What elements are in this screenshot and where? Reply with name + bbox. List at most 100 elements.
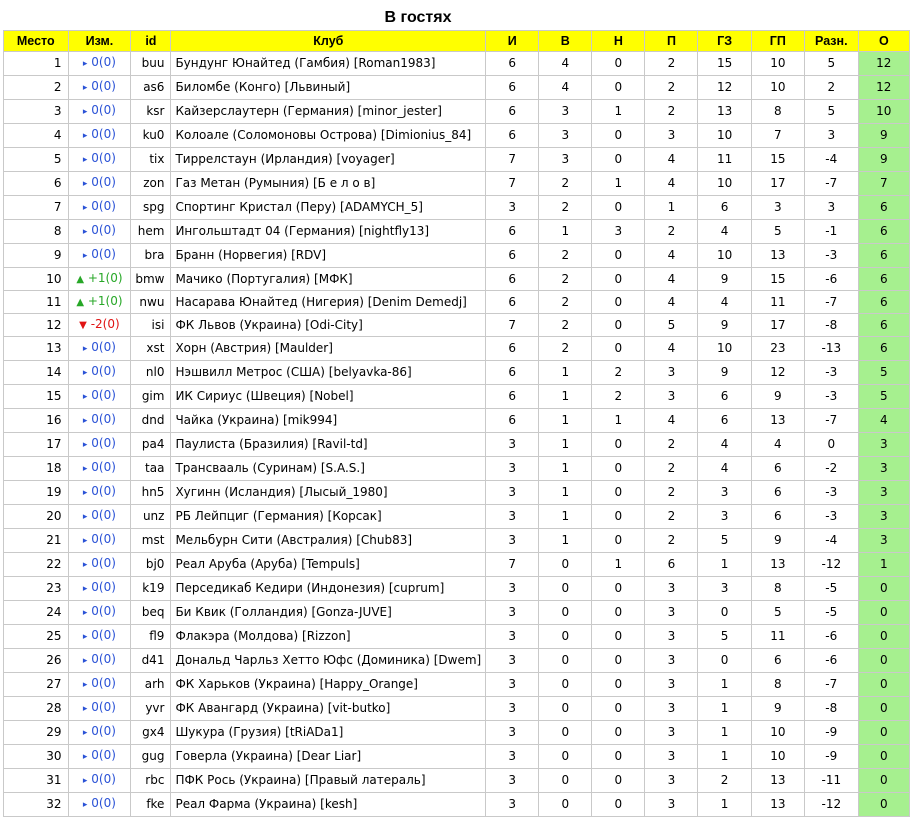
table-row: 5 ▸ 0(0) tix Тиррелстаун (Ирландия) [voyage…: [3, 147, 910, 172]
club-cell[interactable]: РБ Лейпциг (Германия) [Корсак]: [170, 504, 487, 529]
points-cell: 6: [857, 219, 910, 244]
club-cell[interactable]: ФК Харьков (Украина) [Happy_Orange]: [170, 672, 487, 697]
losses-cell: 4: [644, 336, 699, 361]
points-cell: 0: [857, 624, 910, 649]
table-row: 7 ▸ 0(0) spg Спортинг Кристал (Перу) [ADAMY…: [3, 195, 910, 220]
change-cell: ▸ 0(0): [67, 147, 132, 172]
club-cell[interactable]: Мельбурн Сити (Австралия) [Chub83]: [170, 528, 487, 553]
wins-cell: 0: [538, 624, 593, 649]
place-cell: 24: [3, 600, 69, 625]
arrow-right-icon: ▸: [82, 584, 88, 594]
table-row: 19 ▸ 0(0) hn5 Хугинн (Исландия) [Лысый_1980…: [3, 480, 910, 505]
club-cell[interactable]: Тиррелстаун (Ирландия) [voyager]: [170, 147, 487, 172]
wins-cell: 3: [538, 147, 593, 172]
id-cell: zon: [130, 171, 172, 196]
header-wins[interactable]: В: [538, 30, 593, 52]
games-cell: 6: [485, 360, 540, 385]
goals-for-cell: 1: [697, 696, 752, 721]
header-goals-against[interactable]: ГП: [750, 30, 805, 52]
games-cell: 3: [485, 576, 540, 601]
club-cell[interactable]: Нэшвилл Метрос (США) [belyavka-86]: [170, 360, 487, 385]
goals-against-cell: 9: [750, 528, 805, 553]
games-cell: 6: [485, 75, 540, 100]
club-cell[interactable]: Трансвааль (Суринам) [S.A.S.]: [170, 456, 487, 481]
change-cell: ▸ 0(0): [67, 75, 132, 100]
club-cell[interactable]: Насарава Юнайтед (Нигерия) [Denim Demedj…: [170, 290, 487, 314]
losses-cell: 2: [644, 51, 699, 76]
wins-cell: 0: [538, 768, 593, 793]
goal-diff-cell: -2: [803, 456, 859, 481]
change-value: 0(0): [91, 103, 116, 117]
club-cell[interactable]: Колоале (Соломоновы Острова) [Dimionius_…: [170, 123, 487, 148]
arrow-right-icon: ▸: [82, 440, 88, 450]
change-cell: ▸ 0(0): [67, 432, 132, 457]
losses-cell: 3: [644, 624, 699, 649]
losses-cell: 2: [644, 99, 699, 124]
goals-for-cell: 1: [697, 720, 752, 745]
points-cell: 4: [857, 408, 910, 433]
header-club[interactable]: Клуб: [170, 30, 487, 52]
club-cell[interactable]: Чайка (Украина) [mik994]: [170, 408, 487, 433]
header-goals-for[interactable]: ГЗ: [697, 30, 752, 52]
draws-cell: 1: [591, 408, 646, 433]
club-cell[interactable]: Газ Метан (Румыния) [Б е л о в]: [170, 171, 487, 196]
club-cell[interactable]: Хугинн (Исландия) [Лысый_1980]: [170, 480, 487, 505]
club-cell[interactable]: Дональд Чарльз Хетто Юфс (Доминика) [Dwe…: [170, 648, 487, 673]
draws-cell: 2: [591, 360, 646, 385]
club-cell[interactable]: Спортинг Кристал (Перу) [ADAMYCH_5]: [170, 195, 487, 220]
draws-cell: 0: [591, 195, 646, 220]
goals-against-cell: 6: [750, 480, 805, 505]
club-cell[interactable]: ИК Сириус (Швеция) [Nobel]: [170, 384, 487, 409]
id-cell: taa: [130, 456, 172, 481]
games-cell: 6: [485, 384, 540, 409]
id-cell: isi: [130, 313, 172, 337]
draws-cell: 0: [591, 528, 646, 553]
goals-for-cell: 1: [697, 552, 752, 577]
table-row: 6 ▸ 0(0) zon Газ Метан (Румыния) [Б е л о в…: [3, 171, 910, 196]
club-cell[interactable]: Ингольштадт 04 (Германия) [nightfly13]: [170, 219, 487, 244]
club-cell[interactable]: Перседикаб Кедири (Индонезия) [cuprum]: [170, 576, 487, 601]
club-cell[interactable]: Бранн (Норвегия) [RDV]: [170, 243, 487, 268]
club-cell[interactable]: Би Квик (Голландия) [Gonza-JUVE]: [170, 600, 487, 625]
club-cell[interactable]: ПФК Рось (Украина) [Правый латераль]: [170, 768, 487, 793]
place-cell: 19: [3, 480, 69, 505]
club-cell[interactable]: Флакэра (Молдова) [Rizzon]: [170, 624, 487, 649]
arrow-right-icon: ▸: [82, 728, 88, 738]
draws-cell: 0: [591, 313, 646, 337]
header-place[interactable]: Место: [3, 30, 69, 52]
wins-cell: 0: [538, 600, 593, 625]
club-cell[interactable]: Мачико (Португалия) [МФК]: [170, 267, 487, 291]
header-draws[interactable]: Н: [591, 30, 646, 52]
club-cell[interactable]: Паулиста (Бразилия) [Ravil-td]: [170, 432, 487, 457]
draws-cell: 0: [591, 720, 646, 745]
header-points[interactable]: О: [857, 30, 910, 52]
wins-cell: 1: [538, 408, 593, 433]
club-cell[interactable]: Кайзерслаутерн (Германия) [minor_jester]: [170, 99, 487, 124]
change-value: 0(0): [91, 748, 116, 762]
club-cell[interactable]: ФК Львов (Украина) [Odi-City]: [170, 313, 487, 337]
header-losses[interactable]: П: [644, 30, 699, 52]
header-id[interactable]: id: [130, 30, 172, 52]
points-cell: 6: [857, 195, 910, 220]
club-cell[interactable]: Биломбе (Конго) [Львиный]: [170, 75, 487, 100]
club-cell[interactable]: Реал Фарма (Украина) [kesh]: [170, 792, 487, 817]
club-cell[interactable]: Реал Аруба (Аруба) [Tempuls]: [170, 552, 487, 577]
club-cell[interactable]: Бундунг Юнайтед (Гамбия) [Roman1983]: [170, 51, 487, 76]
goal-diff-cell: -11: [803, 768, 859, 793]
header-goal-diff[interactable]: Разн.: [803, 30, 859, 52]
change-cell: ▸ 0(0): [67, 792, 132, 817]
change-value: 0(0): [91, 436, 116, 450]
club-cell[interactable]: Шукура (Грузия) [tRiADa1]: [170, 720, 487, 745]
club-cell[interactable]: Хорн (Австрия) [Maulder]: [170, 336, 487, 361]
arrow-right-icon: ▸: [82, 155, 88, 165]
goals-for-cell: 6: [697, 195, 752, 220]
table-row: 32 ▸ 0(0) fke Реал Фарма (Украина) [kesh] 3 0…: [3, 792, 910, 817]
header-change[interactable]: Изм.: [67, 30, 132, 52]
header-games[interactable]: И: [485, 30, 540, 52]
losses-cell: 4: [644, 408, 699, 433]
id-cell: tix: [130, 147, 172, 172]
goals-for-cell: 10: [697, 243, 752, 268]
goals-against-cell: 13: [750, 792, 805, 817]
club-cell[interactable]: ФК Авангард (Украина) [vit-butko]: [170, 696, 487, 721]
games-cell: 3: [485, 768, 540, 793]
